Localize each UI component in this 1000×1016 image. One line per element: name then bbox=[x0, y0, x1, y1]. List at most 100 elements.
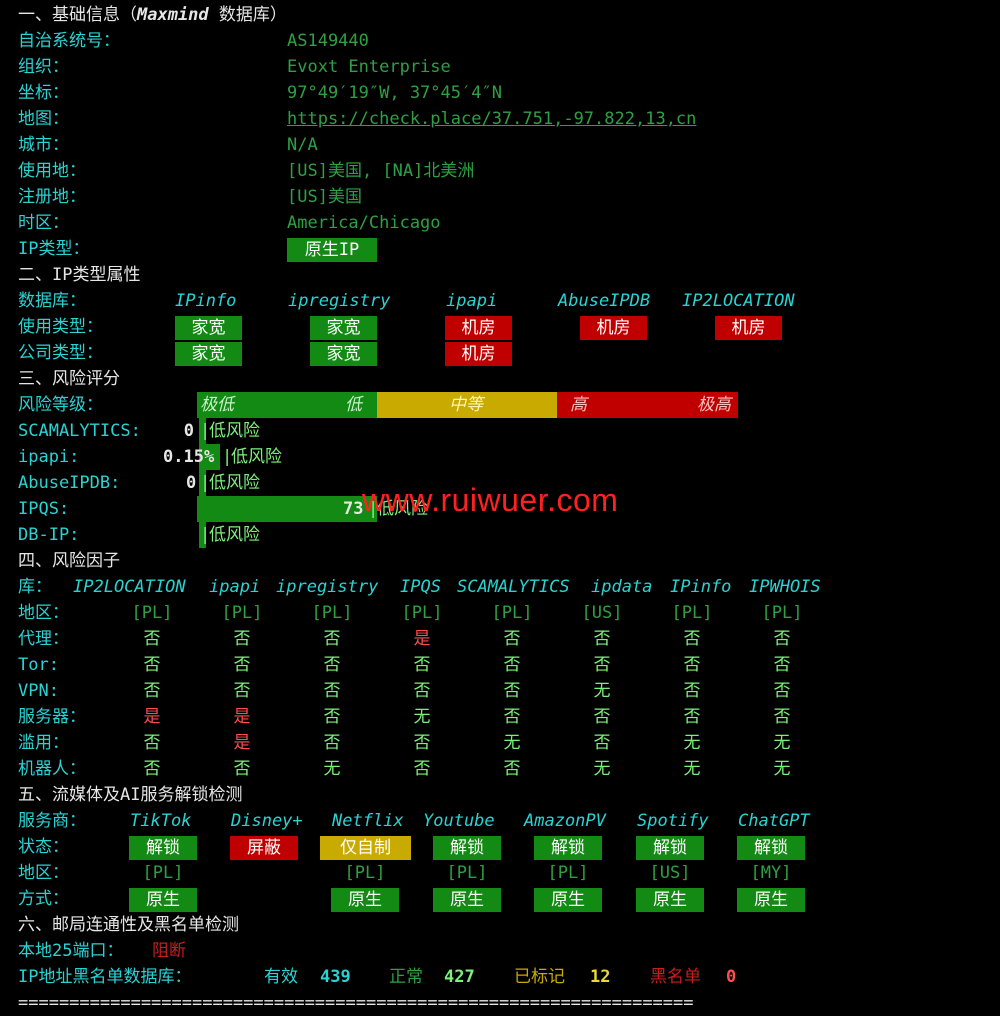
method-spotify: 原生 bbox=[636, 888, 704, 912]
factor-region-cell: [PL] bbox=[761, 603, 803, 623]
score-value: 73 bbox=[343, 499, 364, 519]
section2-title-text: 二、IP类型属性 bbox=[18, 265, 141, 285]
reg-label: 注册地： bbox=[18, 187, 86, 207]
section5-title: 五、流媒体及AI服务解锁检测 bbox=[0, 782, 1000, 808]
method-amazonpv: 原生 bbox=[534, 888, 602, 912]
factor-row-label: VPN: bbox=[18, 681, 59, 701]
factor-cell: 否 bbox=[413, 681, 431, 701]
factor-cell: 否 bbox=[773, 707, 791, 727]
factor-cell: 否 bbox=[683, 707, 701, 727]
iptype-badge: 原生IP bbox=[287, 238, 377, 262]
factor-cell: 否 bbox=[143, 629, 161, 649]
factor-cell: 是 bbox=[413, 629, 431, 649]
score-text: 低风险 bbox=[209, 473, 260, 493]
section2-title: 二、IP类型属性 bbox=[0, 262, 1000, 288]
iptype-label: IP类型： bbox=[18, 239, 90, 259]
bl-normal-label: 正常 bbox=[389, 967, 423, 987]
usage-abuseipdb: 机房 bbox=[580, 316, 647, 340]
db-ipregistry: ipregistry bbox=[288, 291, 391, 311]
factor-row: 机器人： 否 否 无 否 否 无 无 无 bbox=[0, 756, 1000, 782]
factor-cell: 否 bbox=[683, 655, 701, 675]
factor-cell: 无 bbox=[773, 759, 791, 779]
factor-cell: 否 bbox=[593, 707, 611, 727]
stream-region-cell: [US] bbox=[649, 863, 691, 883]
db-ip2location: IP2LOCATION bbox=[682, 291, 795, 311]
section4-title: 四、风险因子 bbox=[0, 548, 1000, 574]
db-row: 数据库： IPinfo ipregistry ipapi AbuseIPDB I… bbox=[0, 288, 1000, 314]
method-chatgpt: 原生 bbox=[737, 888, 805, 912]
factor-region-cell: [PL] bbox=[131, 603, 173, 623]
status-tiktok: 解锁 bbox=[129, 836, 197, 860]
factor-cell: 否 bbox=[323, 655, 341, 675]
risk-very-high: 极高 bbox=[697, 395, 731, 415]
map-link[interactable]: https://check.place/37.751,-97.822,13,cn bbox=[287, 106, 696, 132]
lib-row: 库： IP2LOCATION ipapi ipregistry IPQS SCA… bbox=[0, 574, 1000, 600]
separator-line: ========================================… bbox=[18, 993, 694, 1013]
lib-ipdata: ipdata bbox=[591, 577, 653, 597]
usage-row: 使用类型： 家宽 家宽 机房 机房 机房 bbox=[0, 314, 1000, 340]
iptype-row: IP类型： 原生IP bbox=[0, 236, 1000, 262]
db-ipapi: ipapi bbox=[446, 291, 498, 311]
coord-row: 坐标： 97°49′19″W, 37°45′4″N bbox=[0, 80, 1000, 106]
tz-row: 时区： America/Chicago bbox=[0, 210, 1000, 236]
factor-cell: 是 bbox=[143, 707, 161, 727]
maxmind-label: Maxmind bbox=[137, 5, 209, 25]
factor-cell: 否 bbox=[233, 759, 251, 779]
reg-value: [US]美国 bbox=[287, 187, 362, 207]
city-label: 城市： bbox=[18, 135, 69, 155]
status-disney: 屏蔽 bbox=[230, 836, 298, 860]
stream-region-cell: [PL] bbox=[142, 863, 184, 883]
factor-region-cell: [PL] bbox=[311, 603, 353, 623]
status-netflix: 仅自制 bbox=[320, 836, 411, 860]
factor-row: 代理： 否 否 否 是 否 否 否 否 bbox=[0, 626, 1000, 652]
score-label: AbuseIPDB: bbox=[18, 473, 121, 493]
provider-spotify: Spotify bbox=[637, 811, 709, 831]
stream-region-cell: [PL] bbox=[344, 863, 386, 883]
score-value: 0 bbox=[183, 421, 194, 441]
blacklist-row: IP地址黑名单数据库： 有效 439 正常 427 已标记 12 黑名单 0 bbox=[0, 964, 1000, 990]
section5-title-text: 五、流媒体及AI服务解锁检测 bbox=[18, 785, 243, 805]
org-value: Evoxt Enterprise bbox=[287, 57, 451, 77]
status-youtube: 解锁 bbox=[433, 836, 501, 860]
company-ipinfo: 家宽 bbox=[175, 342, 242, 366]
factor-cell: 无 bbox=[503, 733, 521, 753]
score-dbip: DB-IP: | 低风险 bbox=[0, 522, 1000, 548]
score-label: ipapi: bbox=[18, 447, 80, 467]
risk-high: 高 bbox=[570, 395, 587, 415]
score-value: 0 bbox=[186, 473, 197, 493]
city-value: N/A bbox=[287, 135, 318, 155]
risk-level-label: 风险等级： bbox=[18, 395, 103, 415]
stream-region-cell: [MY] bbox=[750, 863, 792, 883]
company-ipapi: 机房 bbox=[445, 342, 512, 366]
factor-cell: 否 bbox=[503, 629, 521, 649]
factor-row-label: 服务器： bbox=[18, 707, 86, 727]
factor-row: 服务器： 是 是 否 无 否 否 否 否 bbox=[0, 704, 1000, 730]
coord-label: 坐标： bbox=[18, 83, 69, 103]
section6-title-text: 六、邮局连通性及黑名单检测 bbox=[18, 915, 239, 935]
asn-label: 自治系统号： bbox=[18, 31, 120, 51]
score-ipapi: ipapi: 0.15% | 低风险 bbox=[0, 444, 1000, 470]
factor-cell: 否 bbox=[503, 681, 521, 701]
db-abuseipdb: AbuseIPDB bbox=[558, 291, 651, 311]
factor-row-label: 代理： bbox=[18, 629, 69, 649]
factor-cell: 否 bbox=[593, 655, 611, 675]
factor-cell: 无 bbox=[683, 759, 701, 779]
lib-label: 库： bbox=[18, 577, 52, 597]
bl-valid-label: 有效 bbox=[264, 967, 298, 987]
db-label: 数据库： bbox=[18, 291, 86, 311]
section1-title-text: 一、基础信息（Maxmind 数据库） bbox=[18, 5, 287, 25]
bl-marked-count: 12 bbox=[590, 967, 611, 987]
bl-marked-label: 已标记 bbox=[514, 967, 565, 987]
usage-ipapi: 机房 bbox=[445, 316, 512, 340]
map-label: 地图： bbox=[18, 109, 69, 129]
factor-row: 滥用： 否 是 否 否 无 否 无 无 bbox=[0, 730, 1000, 756]
factor-cell: 否 bbox=[413, 759, 431, 779]
provider-disney: Disney+ bbox=[231, 811, 303, 831]
section3-title: 三、风险评分 bbox=[0, 366, 1000, 392]
provider-youtube: Youtube bbox=[423, 811, 495, 831]
asn-row: 自治系统号： AS149440 bbox=[0, 28, 1000, 54]
factor-cell: 否 bbox=[413, 655, 431, 675]
factor-cell: 否 bbox=[683, 629, 701, 649]
company-row: 公司类型： 家宽 家宽 机房 bbox=[0, 340, 1000, 366]
factor-cell: 否 bbox=[323, 733, 341, 753]
